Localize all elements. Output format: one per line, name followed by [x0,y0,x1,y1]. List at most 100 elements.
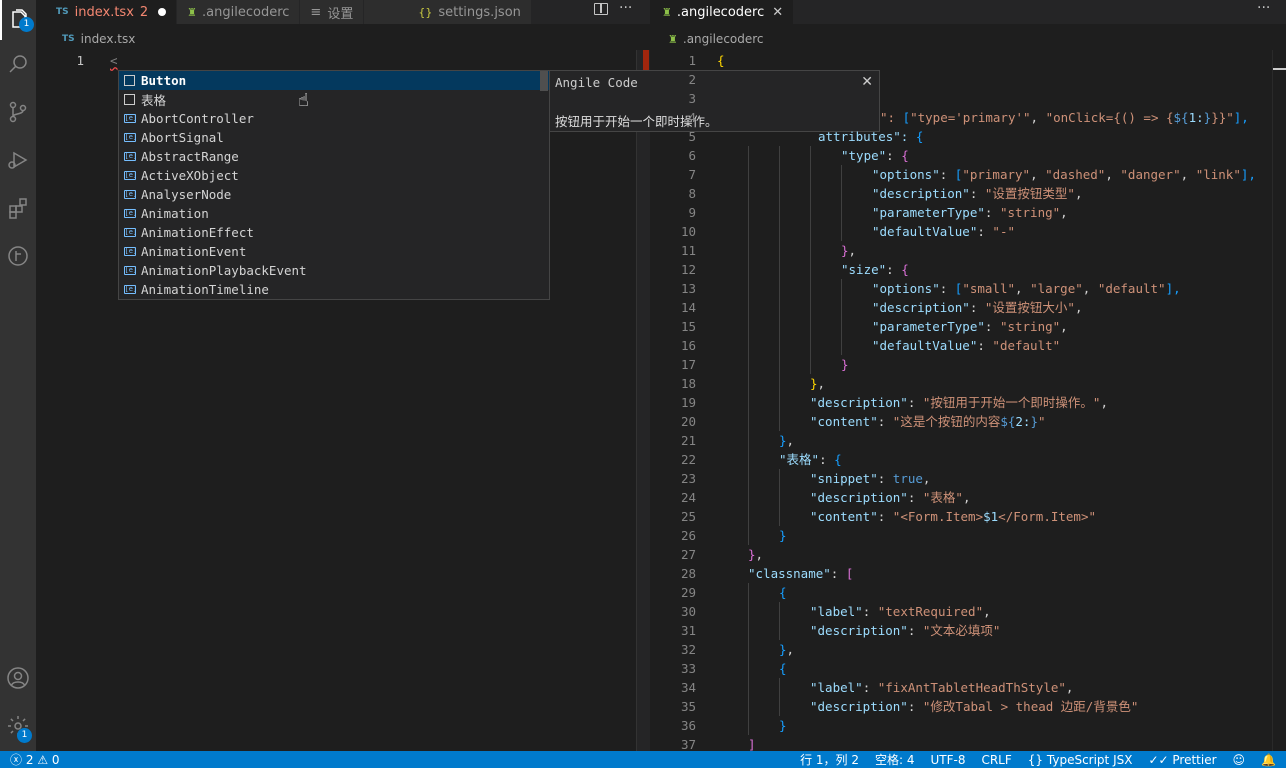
code-token: } [779,528,787,543]
code-token: : [877,509,893,524]
suggest-item[interactable]: [e] ActiveXObject [119,166,549,185]
tab-angilecoderc[interactable]: ♜ .angilecoderc [177,0,301,24]
code-line[interactable]: { [779,659,787,678]
right-scrollbar[interactable] [1272,50,1286,751]
suggest-item[interactable]: [e] AbstractRange [119,147,549,166]
end-of-line[interactable]: CRLF [973,753,1019,767]
git-graph-icon[interactable] [0,236,36,276]
code-line[interactable]: "defaultValue": "-" [872,222,1015,241]
code-line[interactable]: "description": "表格", [810,488,971,507]
code-line[interactable]: } [779,526,787,545]
code-line[interactable]: "type": { [841,146,909,165]
code-token: "description" [810,395,908,410]
more-actions-icon[interactable]: ··· [1257,0,1270,16]
code-line[interactable]: "content": "<Form.Item>$1</Form.Item>" [810,507,1096,526]
close-tab-icon[interactable]: ✕ [772,5,783,20]
line-number: 13 [680,281,696,296]
more-actions-icon[interactable]: ··· [619,0,632,16]
code-token: ${ [1000,414,1016,429]
suggest-item[interactable]: [e] AnimationEvent [119,242,549,261]
code-line[interactable]: "description": "文本必填项" [810,621,1000,640]
line-number: 37 [680,737,696,751]
left-scrollbar[interactable] [636,50,650,751]
code-line[interactable]: } [841,355,849,374]
code-line[interactable]: < [110,51,118,70]
breadcrumb-file[interactable]: index.tsx [81,32,136,46]
code-line[interactable]: "description": "设置按钮大小", [872,298,1083,317]
code-line[interactable]: "label": "fixAntTabletHeadThStyle", [810,678,1073,697]
code-line[interactable]: "defaultValue": "default" [872,336,1060,355]
extensions-icon[interactable] [0,188,36,228]
code-line[interactable]: "snippet": true, [810,469,930,488]
search-icon[interactable] [0,44,36,84]
suggest-item[interactable]: [e] AnalyserNode [119,185,549,204]
code-line[interactable]: attributes": { [818,127,923,146]
code-line[interactable]: }, [841,241,856,260]
code-line[interactable]: "表格": { [779,450,842,469]
tab-settings[interactable]: ≡ 设置 [300,0,365,24]
indent-guide [810,184,811,203]
suggest-item[interactable]: 表格 [119,90,549,109]
explorer-icon[interactable]: 1 [0,0,36,40]
source-control-icon[interactable] [0,92,36,132]
prettier-status[interactable]: ✓✓ Prettier [1140,753,1224,767]
split-editor-icon[interactable] [594,3,608,15]
code-token: "default" [1097,281,1166,296]
tab-settings-json[interactable]: {} settings.json [364,0,532,24]
cursor-position[interactable]: 行 1，列 2 [792,751,867,768]
code-line[interactable]: "options": ["small", "large", "default"]… [872,279,1181,298]
code-line[interactable]: ] [748,735,756,751]
code-token: "snippet" [810,471,878,486]
indentation[interactable]: 空格: 4 [867,751,923,768]
code-token: "文本必填项" [922,623,1001,638]
code-line[interactable]: "size": { [841,260,909,279]
encoding[interactable]: UTF-8 [922,753,973,767]
code-line[interactable]: "description": "设置按钮类型", [872,184,1083,203]
code-line[interactable]: "content": "这是个按钮的内容${2:}" [810,412,1046,431]
code-line[interactable]: "classname": [ [748,564,853,583]
suggest-item[interactable]: Button [119,71,549,90]
indent-guide [779,279,780,298]
suggest-scrollbar[interactable] [540,71,548,91]
code-line[interactable]: "description": "按钮用于开始一个即时操作。", [810,393,1108,412]
code-line[interactable]: "description": "修改Tabal > thead 边距/背景色" [810,697,1138,716]
unsaved-dot-icon[interactable] [158,8,167,16]
language-mode[interactable]: {} TypeScript JSX [1020,753,1141,767]
code-line[interactable]: }, [779,640,794,659]
suggest-item[interactable]: [e] AnimationEffect [119,223,549,242]
run-debug-icon[interactable] [0,140,36,180]
code-token: , [1065,680,1074,695]
code-line[interactable]: { [779,583,787,602]
code-line[interactable]: }, [748,545,763,564]
code-line[interactable]: "options": ["primary", "dashed", "danger… [872,165,1256,184]
notifications-icon[interactable]: 🔔 [1253,753,1286,767]
tab-angilecoderc-right[interactable]: ♜ .angilecoderc ✕ [650,0,795,24]
breadcrumb-file[interactable]: .angilecoderc [683,32,764,46]
code-line[interactable]: "parameterType": "string", [872,203,1068,222]
suggest-item[interactable]: [e] AbortController [119,109,549,128]
code-line[interactable]: ": ["type='primary'", "onClick={() => {$… [880,108,1249,127]
feedback-icon[interactable]: ☺ [1225,753,1254,767]
indent-guide [748,507,749,526]
right-code-editor[interactable]: 1{2 3 4 ": ["type='primary'", "onClick={() … [650,50,1272,751]
code-line[interactable]: "parameterType": "string", [872,317,1068,336]
code-token: "link" [1195,167,1241,182]
account-icon[interactable] [0,658,36,698]
suggest-item[interactable]: [e] AbortSignal [119,128,549,147]
code-line[interactable]: { [717,51,725,70]
suggest-item[interactable]: [e] Animation [119,204,549,223]
suggest-item[interactable]: [e] AnimationTimeline [119,280,549,299]
left-tab-bar: TS index.tsx 2 ♜ .angilecoderc ≡ 设置 {} s… [36,0,650,24]
tab-index-tsx[interactable]: TS index.tsx 2 [36,0,178,24]
code-token: "options" [872,281,940,296]
code-line[interactable]: "label": "textRequired", [810,602,991,621]
code-line[interactable]: }, [779,431,794,450]
code-line[interactable]: } [779,716,787,735]
indent-guide [748,526,749,545]
snippet-icon [123,93,136,106]
error-icon: ⓧ [10,753,23,767]
code-line[interactable]: }, [810,374,825,393]
manage-gear-icon[interactable]: 1 [0,706,36,746]
problems-indicator[interactable]: ⓧ 2 ⚠ 0 [0,751,68,768]
suggest-item[interactable]: [e] AnimationPlaybackEvent [119,261,549,280]
